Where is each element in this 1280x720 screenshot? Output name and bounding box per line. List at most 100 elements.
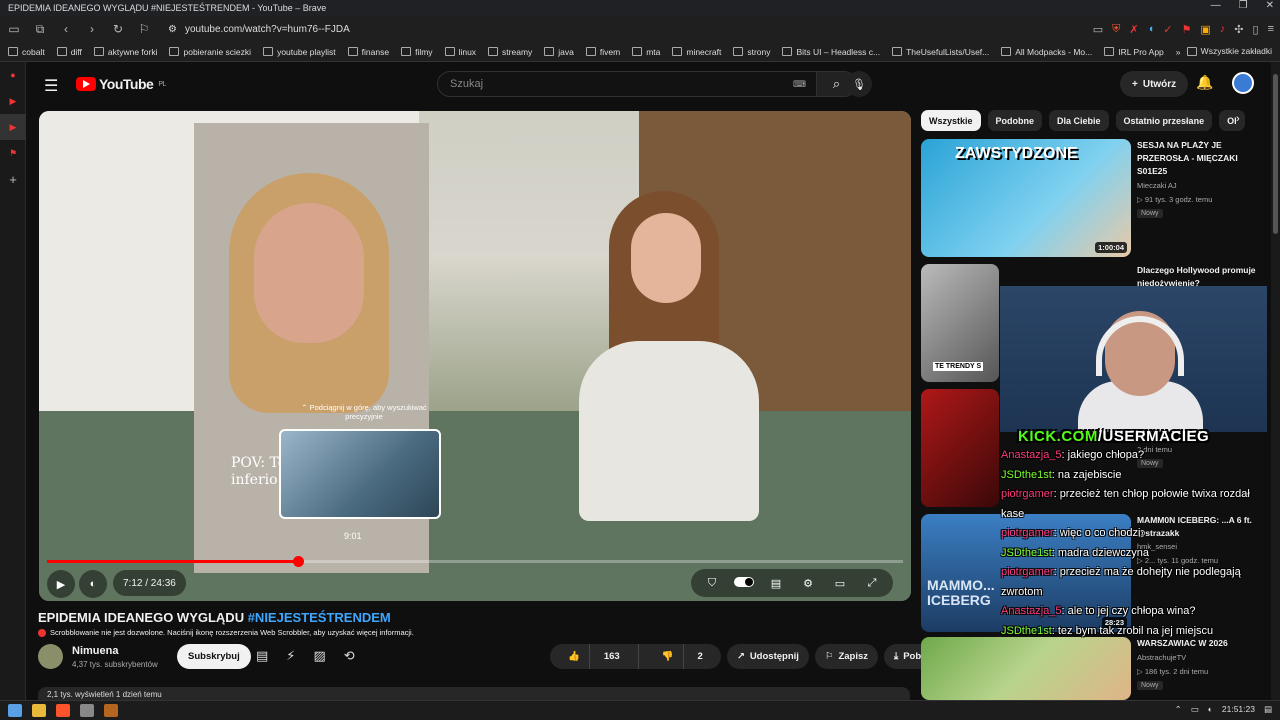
image-icon[interactable]: ▨ <box>313 648 325 664</box>
bookmark-folder[interactable]: java <box>544 47 574 57</box>
bookmark-folder[interactable]: fivem <box>585 47 620 57</box>
chevron-right-icon[interactable]: › <box>1236 113 1240 125</box>
bookmark-folder[interactable]: mta <box>632 47 660 57</box>
recommendation-item[interactable]: ZAWSTYDZONE 1:00:04 SESJA NA PLAŻY JE PR… <box>921 139 1261 257</box>
sponsorblock-icon[interactable]: ⛉ <box>699 577 725 590</box>
chip-for-you[interactable]: Dla Ciebie <box>1049 110 1109 131</box>
chip-related[interactable]: Podobne <box>987 110 1043 131</box>
create-button[interactable]: + Utwórz <box>1120 71 1189 97</box>
save-button[interactable]: ⚐ Zapisz <box>814 644 878 669</box>
add-icon[interactable]: + <box>0 166 26 192</box>
bookmark-item[interactable]: TheUsefulLists/Usef... <box>892 47 989 57</box>
bookmark-item[interactable]: cobalt <box>8 47 45 57</box>
app-icon[interactable] <box>80 704 94 717</box>
fullscreen-icon[interactable]: ⤢ <box>859 577 885 590</box>
opera-icon[interactable]: ● <box>0 62 26 88</box>
settings-icon[interactable]: ⚙ <box>795 577 821 590</box>
app-icon[interactable] <box>104 704 118 717</box>
progress-scrubber[interactable] <box>292 556 304 567</box>
bookmark-folder[interactable]: filmy <box>401 47 433 57</box>
volume-icon[interactable]: ◐ <box>1208 704 1213 715</box>
clock[interactable]: 21:51:23 <box>1222 704 1255 715</box>
windows-start-icon[interactable] <box>8 704 22 717</box>
tabs-icon[interactable]: ⧉ <box>32 22 48 37</box>
brave-shield-icon[interactable]: ⛨ <box>1112 23 1120 36</box>
extension-icon[interactable]: ⚑ <box>1182 23 1192 36</box>
youtube-icon[interactable]: ▶ <box>0 114 26 140</box>
dislike-button[interactable]: 👎 2 <box>644 644 721 669</box>
cast-icon[interactable]: ▭ <box>1093 23 1103 36</box>
page-scrollbar[interactable] <box>1271 62 1280 700</box>
avatar[interactable] <box>1232 72 1254 94</box>
extension-icon[interactable]: ✗ <box>1129 23 1138 36</box>
file-explorer-icon[interactable] <box>32 704 46 717</box>
channel-name[interactable]: Nimuena <box>72 645 118 657</box>
bookmark-item[interactable]: youtube playlist <box>263 47 336 57</box>
scrollbar-thumb[interactable] <box>1273 74 1278 234</box>
extensions-puzzle-icon[interactable]: ✣ <box>1234 23 1243 36</box>
notification-icon[interactable]: ▤ <box>1264 704 1272 715</box>
site-info-icon[interactable]: ⚙ <box>168 24 177 35</box>
back-icon[interactable]: ‹ <box>58 22 74 36</box>
menu-icon[interactable]: ≡ <box>1268 23 1274 36</box>
transcript-icon[interactable]: ▤ <box>256 648 268 664</box>
bookmark-folder[interactable]: minecraft <box>672 47 721 57</box>
extension-icon[interactable]: ⚑ <box>0 140 26 166</box>
all-bookmarks[interactable]: Wszystkie zakładki <box>1186 46 1272 56</box>
address-bar[interactable]: ⚙ youtube.com/watch?v=hum76--FJDA <box>162 19 1083 39</box>
reload-icon[interactable]: ↻ <box>110 22 126 36</box>
microphone-icon[interactable]: 🎙 <box>846 71 872 97</box>
notifications-icon[interactable]: 🔔 <box>1196 74 1213 91</box>
subtitles-icon[interactable]: ▤ <box>763 577 789 590</box>
video-player[interactable]: POV: Te inferio ⌃ Podciągnij w górę, aby… <box>39 111 911 601</box>
theater-mode-icon[interactable]: ▭ <box>827 577 853 590</box>
bookmark-item[interactable]: aktywne forki <box>93 47 157 57</box>
volume-icon[interactable]: ◐ <box>79 570 107 598</box>
minimize-icon[interactable]: — <box>1211 0 1221 11</box>
bookmark-folder[interactable]: strony <box>733 47 770 57</box>
youtube-icon[interactable]: ▶ <box>0 88 26 114</box>
bookmark-folder[interactable]: streamy <box>488 47 532 57</box>
bookmark-item[interactable]: diff <box>56 47 82 57</box>
description-box[interactable]: 2,1 tys. wyświetleń 1 dzień temu <box>38 687 910 700</box>
bookmark-item[interactable]: Bits UI – Headless c... <box>782 47 880 57</box>
subscribe-button[interactable]: Subskrybuj <box>177 644 251 669</box>
bookmarks-overflow[interactable]: » <box>1176 47 1181 57</box>
lightning-icon[interactable]: ⚡ <box>286 648 295 664</box>
channel-avatar[interactable] <box>38 644 63 669</box>
network-icon[interactable]: ▭ <box>1191 704 1199 715</box>
bookmark-item[interactable]: IRL Pro App <box>1104 47 1164 57</box>
tray-chevron-icon[interactable]: ⌃ <box>1175 704 1182 715</box>
bookmark-item[interactable]: All Modpacks - Mo... <box>1001 47 1092 57</box>
share-button[interactable]: ↗ Udostępnij <box>726 644 809 669</box>
chip-all[interactable]: Wszystkie <box>921 110 981 131</box>
chip-more[interactable]: Ol <box>1219 110 1245 131</box>
extension-icon[interactable]: ◖ <box>1148 23 1155 36</box>
brave-icon[interactable] <box>56 704 70 717</box>
bookmark-icon[interactable]: ⚐ <box>136 22 152 36</box>
restore-icon[interactable]: ❐ <box>1239 0 1248 11</box>
bookmark-item[interactable]: pobieranie sciezki <box>169 47 251 57</box>
sidebar-toggle-icon[interactable]: ▭ <box>6 22 22 36</box>
progress-bar[interactable] <box>47 556 903 567</box>
chip-recent[interactable]: Ostatnio przesłane <box>1115 110 1213 131</box>
bookmark-folder[interactable]: linux <box>444 47 476 57</box>
hashtag-link[interactable]: #NIEJESTEŚTRENDEM <box>248 610 391 625</box>
loop-icon[interactable]: ⟲ <box>344 648 355 664</box>
play-icon[interactable]: ▶ <box>47 570 75 598</box>
sidebar-panel-icon[interactable]: ▯ <box>1253 23 1259 36</box>
extension-icon[interactable]: ♪ <box>1220 23 1226 36</box>
autoplay-toggle[interactable] <box>731 576 757 590</box>
bookmark-folder[interactable]: finanse <box>347 47 389 57</box>
recommendation-item[interactable]: WARSZAWIAC W 2026 AbstrachujeTV ▷ 186 ty… <box>921 637 1261 700</box>
extension-icon[interactable]: ✓ <box>1163 23 1172 36</box>
keyboard-icon[interactable]: ⌨ <box>793 79 806 90</box>
search-input[interactable]: Szukaj <box>438 78 793 90</box>
close-icon[interactable]: ✕ <box>1266 0 1274 11</box>
youtube-logo[interactable]: YouTube PL <box>76 76 166 92</box>
extension-icon[interactable]: ▣ <box>1200 23 1210 36</box>
folder-icon <box>488 47 499 56</box>
menu-icon[interactable]: ☰ <box>44 76 58 96</box>
like-button[interactable]: 👍 163 <box>550 644 639 669</box>
forward-icon[interactable]: › <box>84 22 100 36</box>
